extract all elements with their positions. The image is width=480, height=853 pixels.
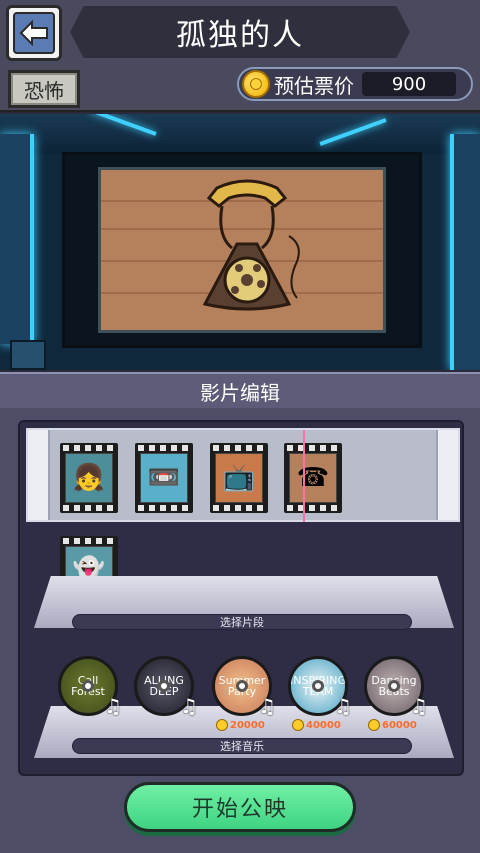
neon-wall-left — [0, 134, 34, 344]
music-note-icon: ♫ — [180, 694, 198, 718]
price-value: 900 — [362, 72, 456, 96]
music-note-icon: ♫ — [410, 694, 428, 718]
phone-icon: ☎ — [289, 453, 337, 503]
editor-title: 影片编辑 — [0, 372, 480, 408]
cinema-hall — [0, 114, 480, 370]
coin-icon — [368, 719, 380, 731]
music-note-icon: ♫ — [334, 694, 352, 718]
timeline-clip-4[interactable]: ☎ — [284, 443, 342, 513]
cassette-icon: 📼 — [140, 453, 188, 503]
timeline-clip-1[interactable]: 👧 — [60, 443, 118, 513]
coin-icon — [242, 70, 270, 98]
playhead[interactable] — [303, 430, 305, 522]
movie-title: 孤独的人 — [70, 6, 410, 58]
timeline-handle-right[interactable] — [436, 430, 458, 520]
music-5-cost: 60000 — [368, 719, 417, 731]
start-screening-button[interactable]: 开始公映 — [124, 782, 356, 832]
coin-icon — [292, 719, 304, 731]
clip-shelf-label: 选择片段 — [72, 614, 412, 630]
timeline-handle-left[interactable] — [28, 430, 50, 520]
timeline-clip-3[interactable]: 📺 — [210, 443, 268, 513]
neon-wall-right — [450, 134, 480, 370]
music-note-icon: ♫ — [104, 694, 122, 718]
music-3-cost: 20000 — [216, 719, 265, 731]
genre-tag: 恐怖 — [8, 70, 80, 108]
back-arrow-icon — [13, 12, 55, 54]
estimated-price: 预估票价 900 — [237, 67, 473, 101]
screen-preview — [98, 167, 386, 333]
price-label: 预估票价 — [274, 73, 354, 98]
music-4-cost: 40000 — [292, 719, 341, 731]
movie-screen — [62, 152, 422, 348]
music-note-icon: ♫ — [258, 694, 276, 718]
coin-icon — [216, 719, 228, 731]
tv-icon: 📺 — [215, 453, 263, 503]
timeline-clip-2[interactable]: 📼 — [135, 443, 193, 513]
music-shelf-label: 选择音乐 — [72, 738, 412, 754]
girl-portrait-icon: 👧 — [65, 453, 113, 503]
rotary-phone-icon — [202, 179, 300, 311]
speaker-icon — [10, 340, 46, 370]
back-button[interactable] — [6, 5, 62, 61]
